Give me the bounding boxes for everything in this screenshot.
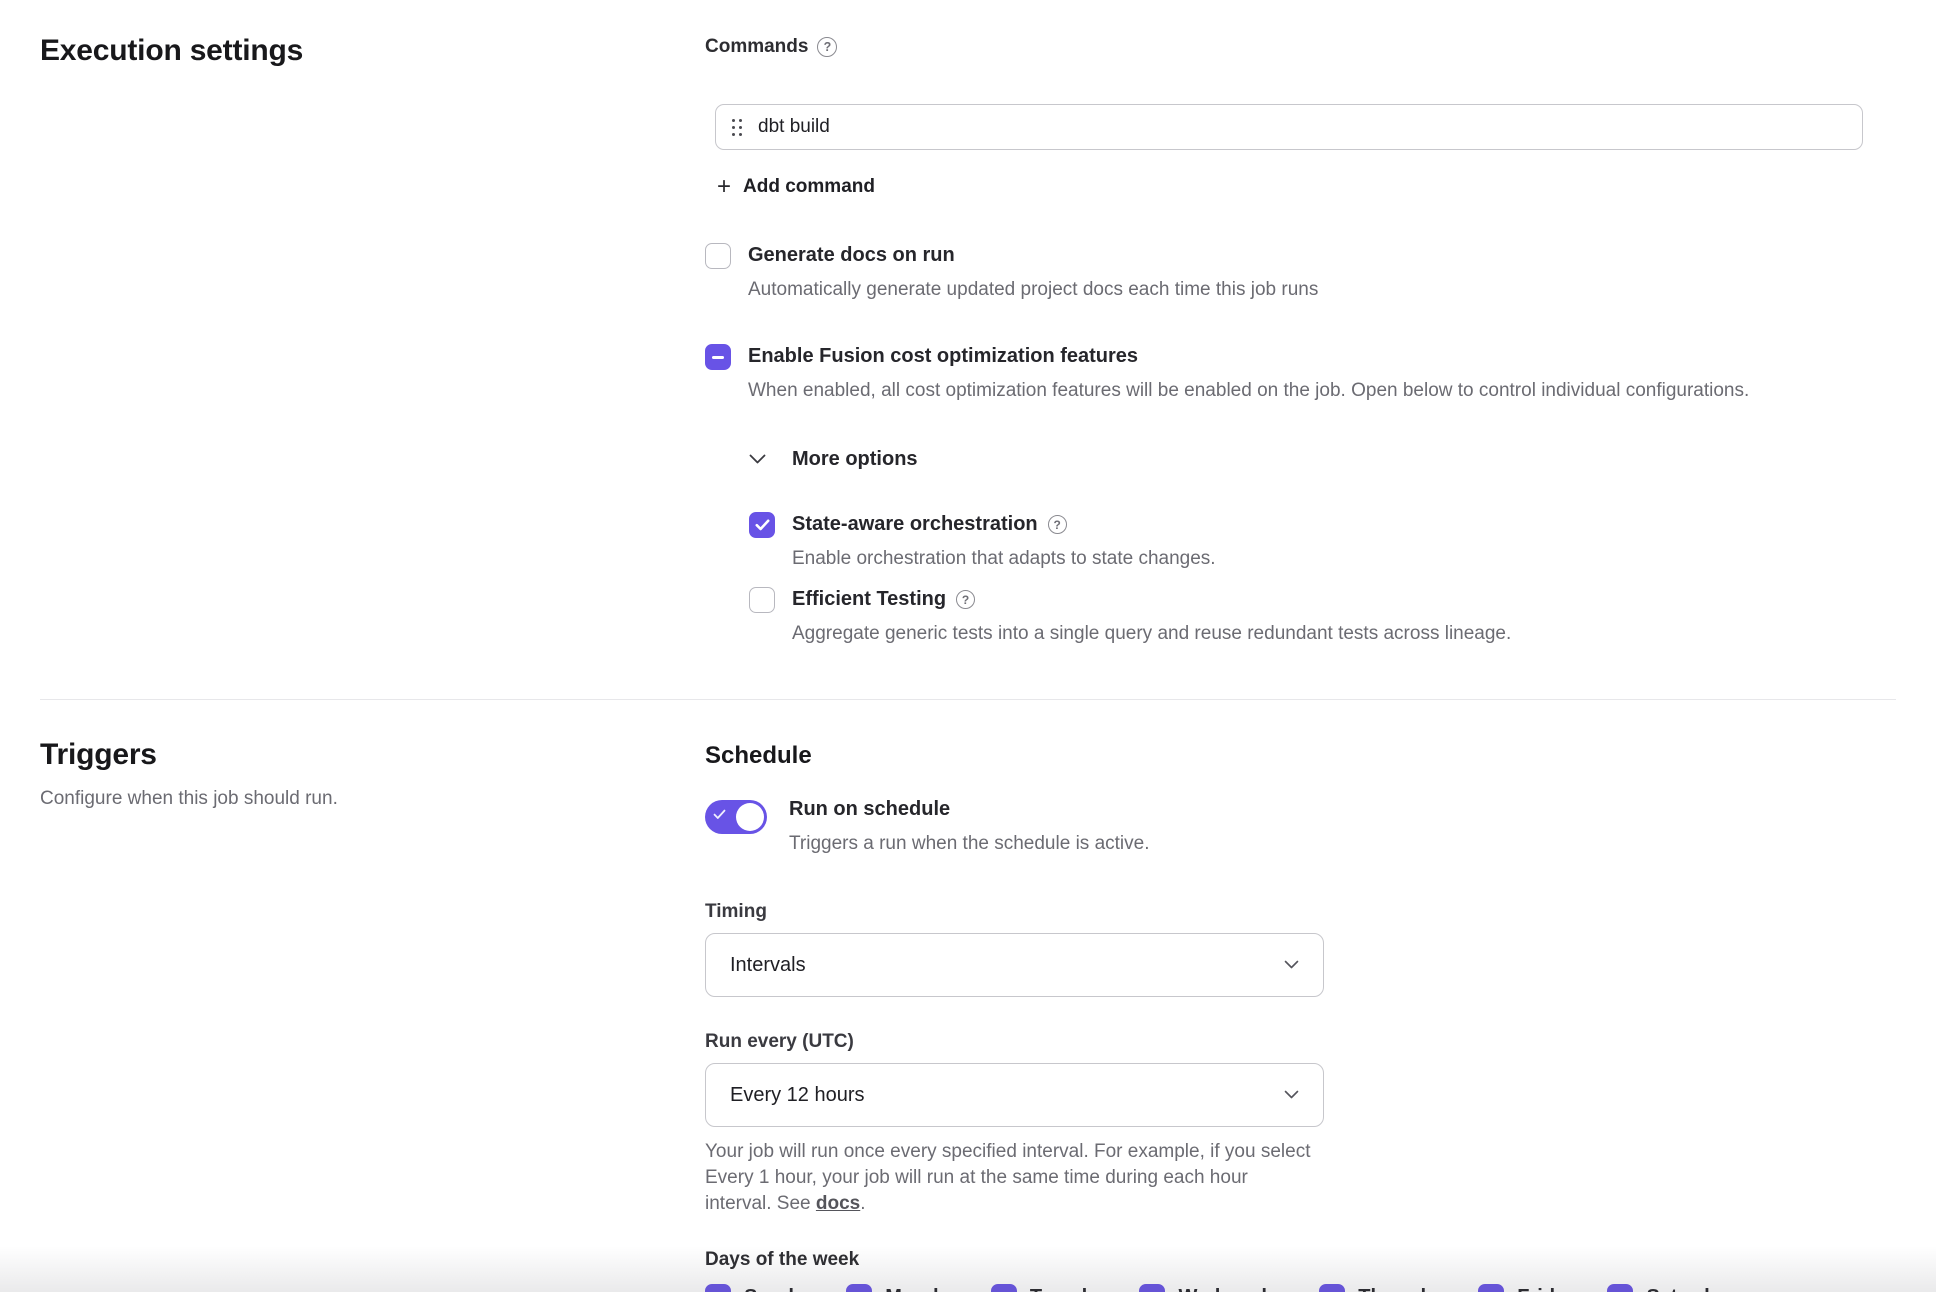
- state-aware-label: State-aware orchestration: [792, 513, 1038, 536]
- state-aware-checkbox-checked[interactable]: [749, 512, 775, 538]
- state-aware-row: State-aware orchestration ? Enable orche…: [749, 513, 1896, 570]
- commands-label-row: Commands ?: [705, 36, 1896, 58]
- timing-label: Timing: [705, 901, 1896, 923]
- efficient-testing-label: Efficient Testing: [792, 588, 946, 611]
- generate-docs-checkbox[interactable]: [705, 243, 731, 269]
- docs-link[interactable]: docs: [816, 1193, 860, 1214]
- day-label: Sunday: [744, 1286, 816, 1292]
- run-on-schedule-toggle-on[interactable]: [705, 800, 767, 834]
- run-on-schedule-description: Triggers a run when the schedule is acti…: [789, 833, 1149, 855]
- schedule-title: Schedule: [705, 742, 1896, 770]
- commands-help-icon[interactable]: ?: [817, 37, 837, 57]
- day-item: Thursday: [1319, 1285, 1448, 1292]
- command-input[interactable]: [758, 116, 1846, 138]
- fusion-row: Enable Fusion cost optimization features…: [705, 345, 1896, 402]
- chevron-down-icon: [1284, 1090, 1299, 1100]
- run-on-schedule-row: Run on schedule Triggers a run when the …: [705, 798, 1896, 855]
- triggers-section: Triggers Configure when this job should …: [0, 700, 1936, 1292]
- run-every-select-value: Every 12 hours: [730, 1084, 865, 1107]
- day-item: Friday: [1478, 1285, 1577, 1292]
- fusion-checkbox-indeterminate[interactable]: [705, 344, 731, 370]
- triggers-subtitle: Configure when this job should run.: [40, 788, 705, 810]
- plus-icon: +: [717, 177, 731, 197]
- triggers-content: Schedule Run on schedule Triggers a run …: [705, 738, 1896, 1292]
- triggers-title: Triggers: [40, 738, 705, 772]
- execution-settings-title: Execution settings: [40, 34, 705, 68]
- fusion-description: When enabled, all cost optimization feat…: [748, 380, 1749, 402]
- toggle-check-icon: [713, 809, 726, 820]
- generate-docs-description: Automatically generate updated project d…: [748, 279, 1318, 301]
- days-of-week-row: Sunday Monday Tuesday Wednesday Thursday…: [705, 1285, 1896, 1292]
- day-label: Tuesday: [1030, 1286, 1110, 1292]
- run-every-select[interactable]: Every 12 hours: [705, 1063, 1324, 1127]
- run-on-schedule-label: Run on schedule: [789, 798, 1149, 821]
- execution-settings-left: Execution settings: [40, 34, 705, 645]
- add-command-button[interactable]: + Add command: [717, 176, 875, 198]
- day-checkbox-checked[interactable]: [1319, 1284, 1345, 1292]
- state-aware-description: Enable orchestration that adapts to stat…: [792, 548, 1216, 570]
- day-item: Wednesday: [1139, 1285, 1289, 1292]
- day-item: Sunday: [705, 1285, 816, 1292]
- day-label: Wednesday: [1178, 1286, 1289, 1292]
- run-every-label: Run every (UTC): [705, 1031, 1896, 1053]
- command-row: [715, 104, 1863, 150]
- day-checkbox-checked[interactable]: [1139, 1284, 1165, 1292]
- more-options-toggle[interactable]: More options: [749, 448, 918, 471]
- interval-help-text: Your job will run once every specified i…: [705, 1139, 1313, 1217]
- day-label: Thursday: [1358, 1286, 1448, 1292]
- efficient-testing-description: Aggregate generic tests into a single qu…: [792, 623, 1511, 645]
- day-label: Monday: [885, 1286, 961, 1292]
- generate-docs-row: Generate docs on run Automatically gener…: [705, 244, 1896, 301]
- execution-settings-section: Execution settings Commands ? + Add comm…: [0, 0, 1936, 645]
- generate-docs-label: Generate docs on run: [748, 244, 1318, 267]
- more-options-label: More options: [792, 448, 918, 471]
- efficient-testing-row: Efficient Testing ? Aggregate generic te…: [749, 588, 1896, 645]
- efficient-testing-checkbox[interactable]: [749, 587, 775, 613]
- chevron-down-icon: [749, 454, 766, 465]
- triggers-left: Triggers Configure when this job should …: [40, 738, 705, 1292]
- state-aware-label-row: State-aware orchestration ?: [792, 513, 1216, 536]
- day-item: Saturday: [1607, 1285, 1732, 1292]
- commands-label: Commands: [705, 36, 808, 58]
- job-settings-page: Execution settings Commands ? + Add comm…: [0, 0, 1936, 1292]
- efficient-testing-label-row: Efficient Testing ?: [792, 588, 1511, 611]
- day-checkbox-checked[interactable]: [1478, 1284, 1504, 1292]
- day-item: Monday: [846, 1285, 961, 1292]
- days-of-week-label: Days of the week: [705, 1249, 1896, 1271]
- day-label: Friday: [1517, 1286, 1577, 1292]
- fusion-label: Enable Fusion cost optimization features: [748, 345, 1749, 368]
- day-label: Saturday: [1646, 1286, 1732, 1292]
- drag-handle-icon[interactable]: [732, 119, 742, 136]
- day-checkbox-checked[interactable]: [991, 1284, 1017, 1292]
- timing-select[interactable]: Intervals: [705, 933, 1324, 997]
- day-item: Tuesday: [991, 1285, 1110, 1292]
- chevron-down-icon: [1284, 960, 1299, 970]
- execution-settings-content: Commands ? + Add command Generate docs o…: [705, 34, 1896, 645]
- add-command-label: Add command: [743, 176, 875, 198]
- state-aware-help-icon[interactable]: ?: [1048, 515, 1067, 534]
- toggle-knob: [736, 803, 764, 831]
- day-checkbox-checked[interactable]: [705, 1284, 731, 1292]
- day-checkbox-checked[interactable]: [846, 1284, 872, 1292]
- timing-select-value: Intervals: [730, 954, 806, 977]
- efficient-testing-help-icon[interactable]: ?: [956, 590, 975, 609]
- day-checkbox-checked[interactable]: [1607, 1284, 1633, 1292]
